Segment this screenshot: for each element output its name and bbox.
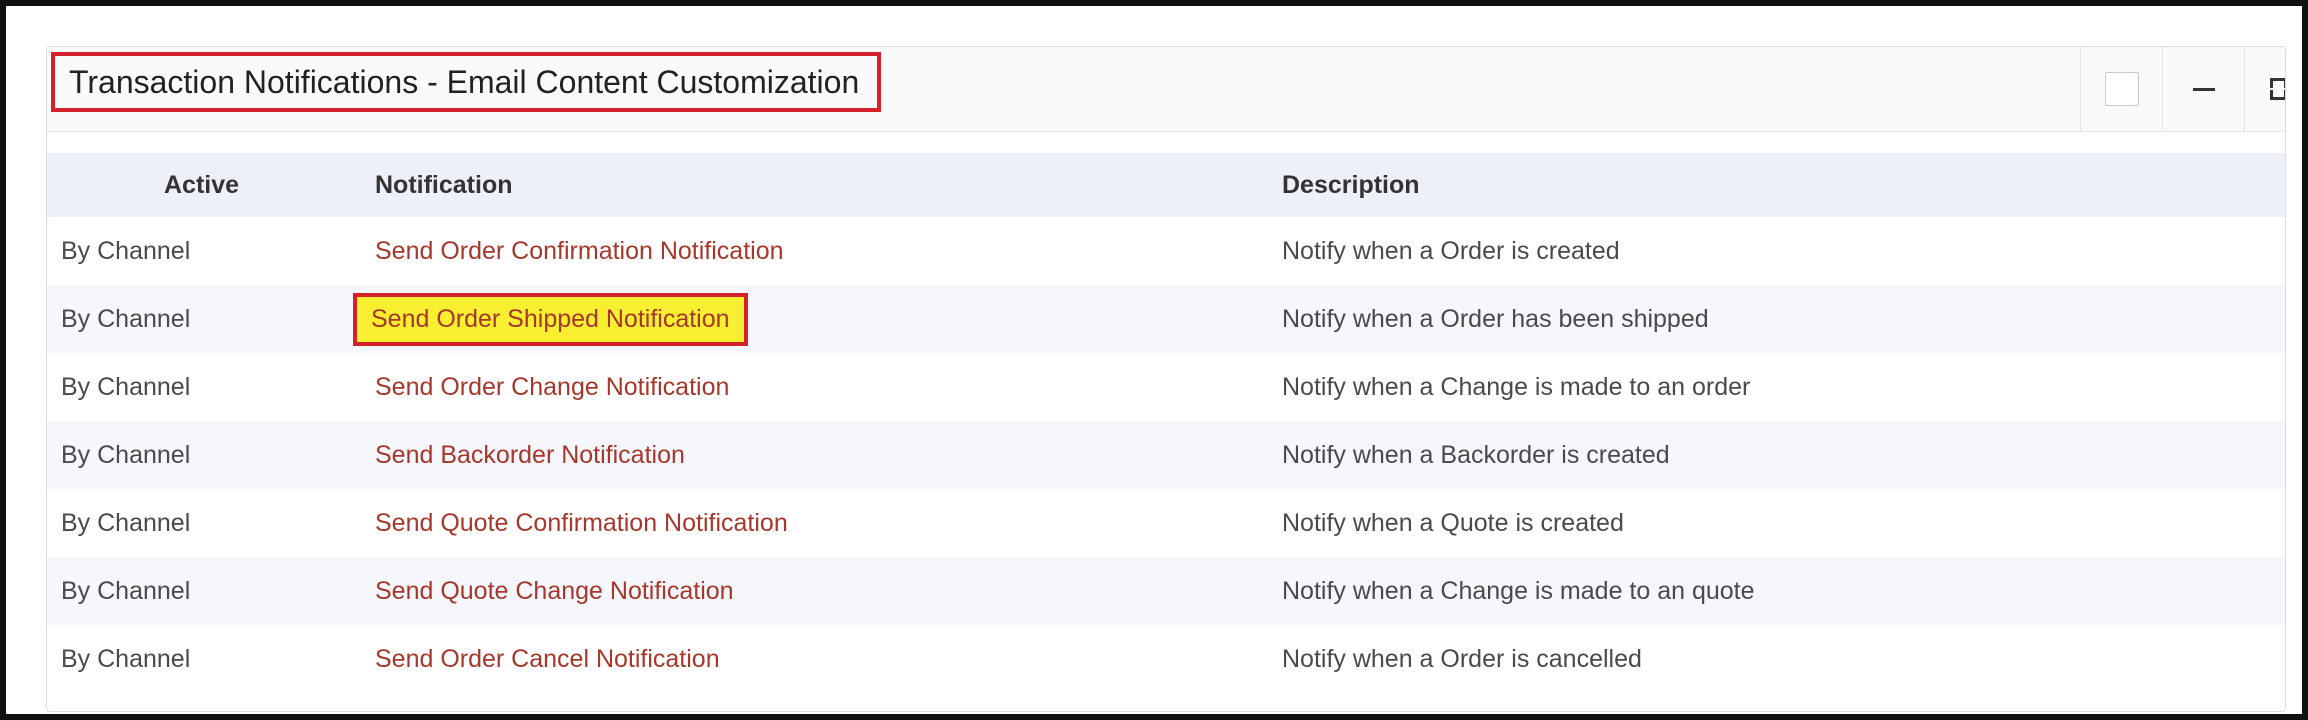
active-cell: By Channel [61,644,191,673]
description-cell: Notify when a Order is created [1282,236,1620,265]
notification-link[interactable]: Send Order Cancel Notification [375,645,720,674]
notification-link[interactable]: Send Quote Confirmation Notification [375,509,788,538]
active-cell: By Channel [61,304,191,333]
table-row: By Channel Send Backorder Notification N… [47,421,2285,489]
select-panel-button[interactable] [2080,47,2163,131]
column-header-active[interactable]: Active [164,153,239,217]
table-header: Active Notification Description [47,153,2285,217]
notifications-table: Active Notification Description By Chann… [47,153,2285,693]
active-cell: By Channel [61,372,191,401]
description-cell: Notify when a Order has been shipped [1282,304,1709,333]
active-cell: By Channel [61,508,191,537]
table-row: By Channel Send Order Confirmation Notif… [47,217,2285,285]
description-cell: Notify when a Quote is created [1282,508,1624,537]
minimize-button[interactable] [2162,47,2245,131]
checkbox-icon[interactable] [2105,72,2139,106]
notifications-panel: Transaction Notifications - Email Conten… [46,46,2286,712]
screenshot-frame: Transaction Notifications - Email Conten… [0,0,2308,720]
panel-header: Transaction Notifications - Email Conten… [47,47,2285,132]
active-cell: By Channel [61,236,191,265]
minimize-icon [2193,87,2215,91]
notification-link[interactable]: Send Order Change Notification [375,373,729,402]
notification-link-highlighted[interactable]: Send Order Shipped Notification [353,292,748,346]
table-row: By Channel Send Quote Confirmation Notif… [47,489,2285,557]
column-header-notification[interactable]: Notification [375,153,513,217]
table-row: By Channel Send Quote Change Notificatio… [47,557,2285,625]
active-cell: By Channel [61,576,191,605]
column-header-description[interactable]: Description [1282,153,1420,217]
table-row: By Channel Send Order Change Notificatio… [47,353,2285,421]
table-row: By Channel Send Order Cancel Notificatio… [47,625,2285,693]
expand-button[interactable] [2244,47,2285,131]
panel-title: Transaction Notifications - Email Conten… [51,52,882,112]
notification-link[interactable]: Send Backorder Notification [375,441,685,470]
active-cell: By Channel [61,440,191,469]
description-cell: Notify when a Change is made to an order [1282,372,1751,401]
expand-icon [2270,78,2285,100]
notification-link[interactable]: Send Quote Change Notification [375,577,734,606]
description-cell: Notify when a Order is cancelled [1282,644,1642,673]
description-cell: Notify when a Backorder is created [1282,440,1670,469]
description-cell: Notify when a Change is made to an quote [1282,576,1755,605]
table-row: By Channel Send Order Shipped Notificati… [47,285,2285,353]
notification-link[interactable]: Send Order Confirmation Notification [375,237,784,266]
